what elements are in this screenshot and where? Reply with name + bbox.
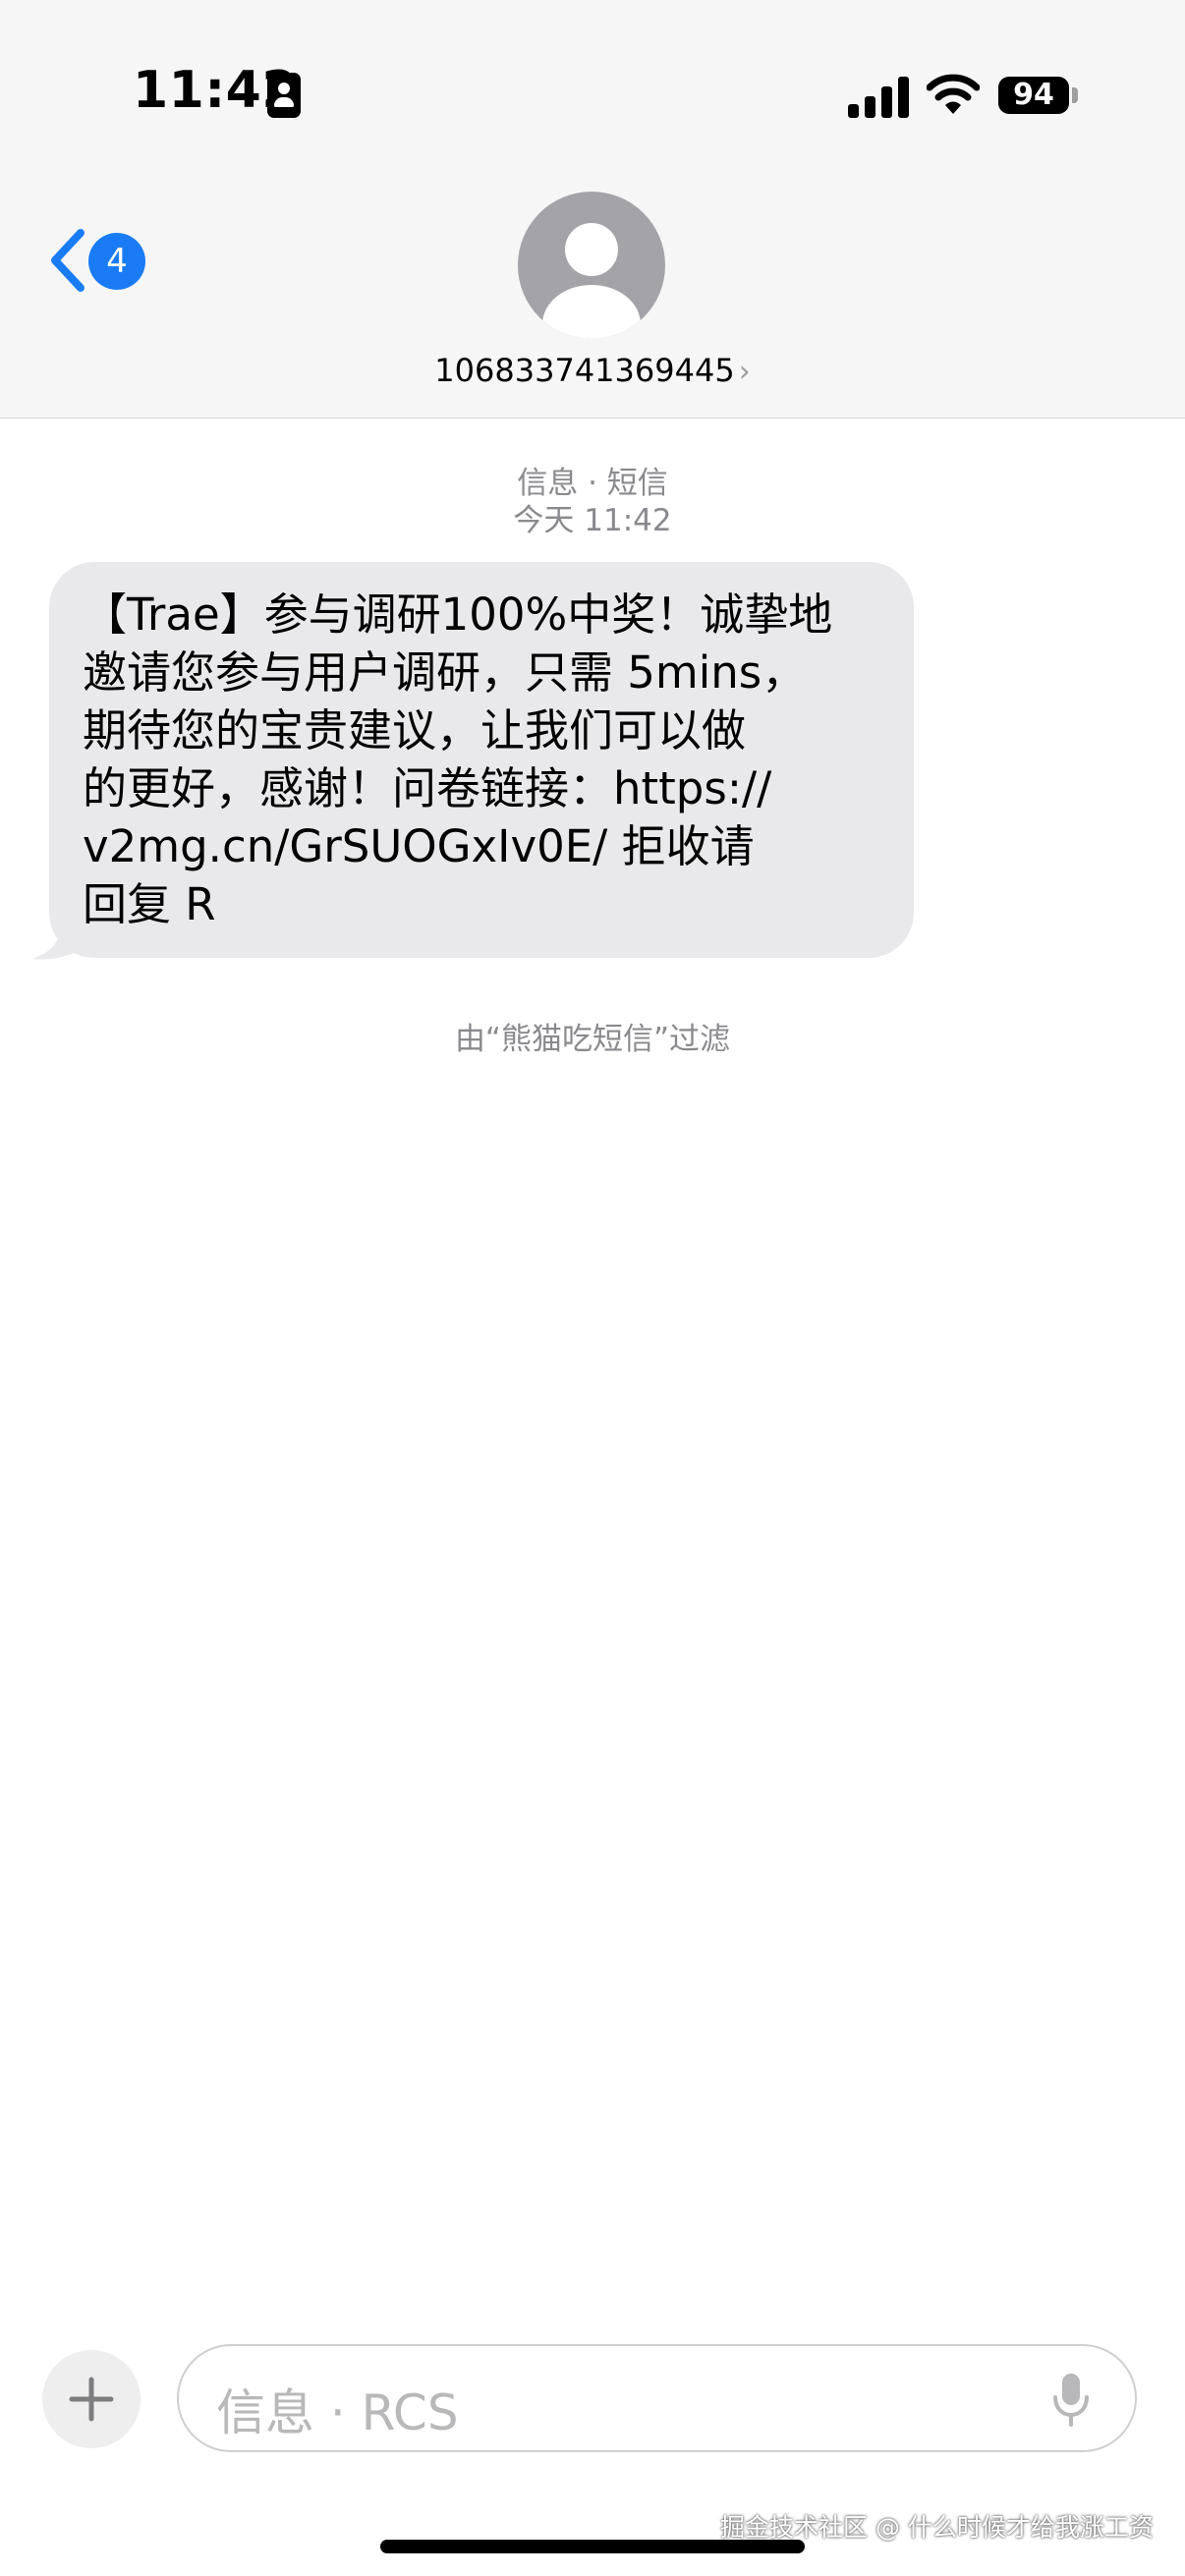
plus-button[interactable] [42, 2350, 141, 2448]
message-input-placeholder[interactable]: 信息 · RCS [216, 2374, 459, 2444]
home-indicator[interactable] [380, 2540, 805, 2553]
microphone-icon[interactable] [1051, 2372, 1091, 2429]
message-bubble[interactable]: 【Trae】参与调研100%中奖！诚挚地 邀请您参与用户调研，只需 5mins，… [49, 562, 914, 958]
message-timestamp: 今天 11:42 [513, 503, 672, 538]
battery-tip [1072, 87, 1078, 103]
contact-number[interactable]: 106833741369445 › [0, 352, 1185, 389]
message-text[interactable]: 【Trae】参与调研100%中奖！诚挚地 邀请您参与用户调研，只需 5mins，… [83, 586, 884, 933]
contact-number-text[interactable]: 106833741369445 [434, 352, 734, 389]
contact-avatar-icon[interactable] [518, 192, 665, 339]
plus-icon [69, 2377, 114, 2422]
unread-count-badge[interactable]: 4 [88, 233, 145, 290]
id-card-icon [267, 73, 301, 118]
battery-icon: 94 [998, 77, 1069, 114]
back-chevron-icon[interactable] [47, 228, 86, 293]
filter-note: 由“熊猫吃短信”过滤 [454, 1022, 731, 1057]
contact-chevron-icon[interactable]: › [739, 355, 751, 389]
signal-icon [848, 75, 909, 118]
message-input[interactable]: 信息 · RCS [177, 2344, 1137, 2452]
watermark: 掘金技术社区 @ 什么时候才给我涨工资 [720, 2513, 1154, 2542]
wifi-icon [927, 74, 980, 114]
conversation-header: 11:42 94 4 106833741369445 › [0, 0, 1185, 419]
